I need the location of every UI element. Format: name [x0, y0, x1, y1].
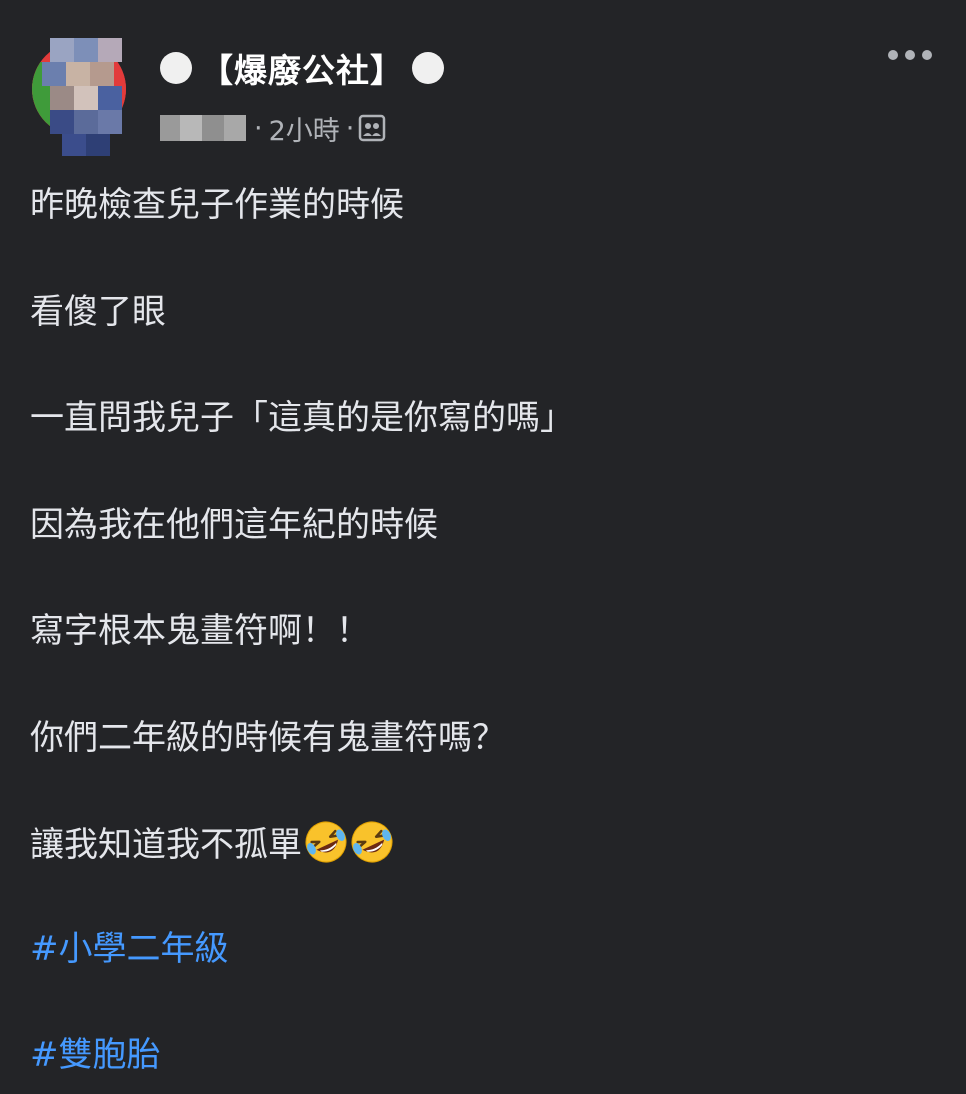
more-horizontal-icon: [922, 50, 932, 60]
post-time[interactable]: 2小時: [269, 109, 340, 148]
author-name-blurred[interactable]: [160, 113, 246, 143]
post-text-line: 一直問我兒子「這真的是你寫的嗎」: [30, 398, 574, 438]
rolling-on-floor-laughing-emoji: [350, 820, 394, 864]
circle-icon: [160, 52, 192, 84]
post-card: 【爆廢公社】 · 2小時 · 昨晚檢查兒子作業的時候 看傻了眼 一直問我兒子「這…: [0, 0, 966, 1094]
post-text-line-with-emoji: 讓我知道我不孤單: [30, 820, 394, 868]
post-text-line: 看傻了眼: [30, 292, 166, 332]
meta-separator: ·: [345, 112, 355, 144]
hashtag-link[interactable]: #小學二年級: [30, 926, 229, 972]
post-text-line: 昨晚檢查兒子作業的時候: [30, 185, 404, 225]
meta-separator: ·: [254, 112, 263, 144]
post-text-line: 因為我在他們這年紀的時候: [30, 505, 438, 545]
post-text: 讓我知道我不孤單: [30, 825, 302, 865]
page-name-row[interactable]: 【爆廢公社】: [160, 46, 444, 90]
circle-icon: [412, 52, 444, 84]
avatar-blur: [42, 38, 124, 158]
post-meta: · 2小時 ·: [160, 108, 386, 148]
page-name[interactable]: 【爆廢公社】: [200, 44, 404, 92]
hashtag-link[interactable]: #雙胞胎: [30, 1032, 161, 1078]
post-text-line: 你們二年級的時候有鬼畫符嗎？: [30, 718, 506, 758]
rolling-on-floor-laughing-emoji: [304, 820, 348, 864]
more-horizontal-icon: [888, 50, 898, 60]
more-options-button[interactable]: [888, 40, 932, 70]
group-audience-icon: [358, 114, 386, 142]
more-horizontal-icon: [905, 50, 915, 60]
post-text-line: 寫字根本鬼畫符啊！！: [30, 611, 370, 651]
